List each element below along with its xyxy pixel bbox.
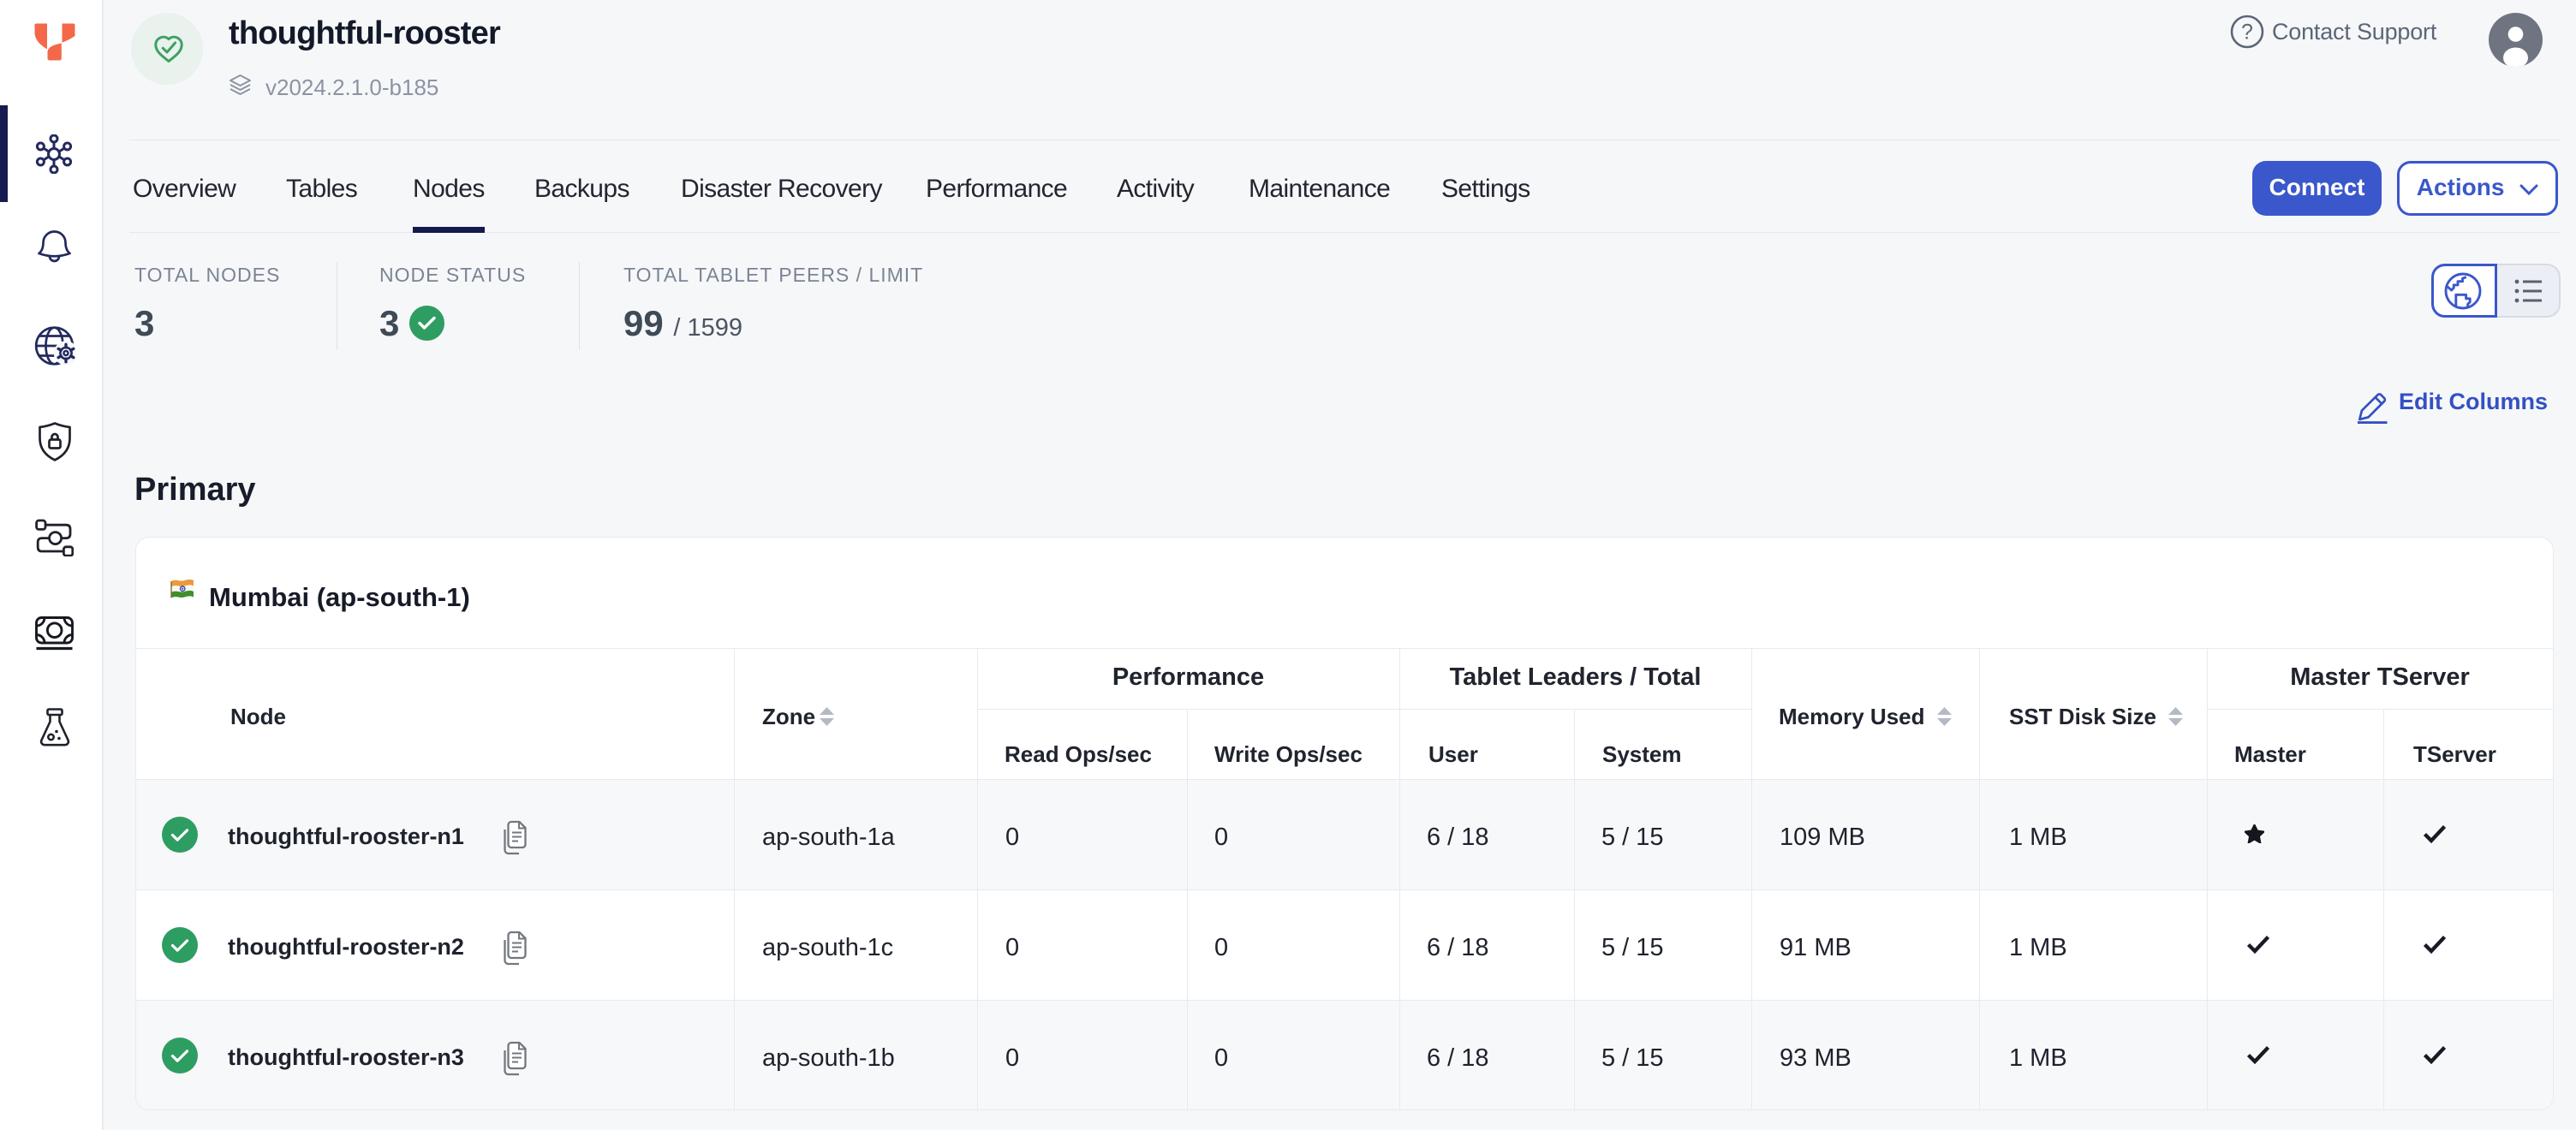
svg-text:?: ?: [2241, 21, 2253, 45]
